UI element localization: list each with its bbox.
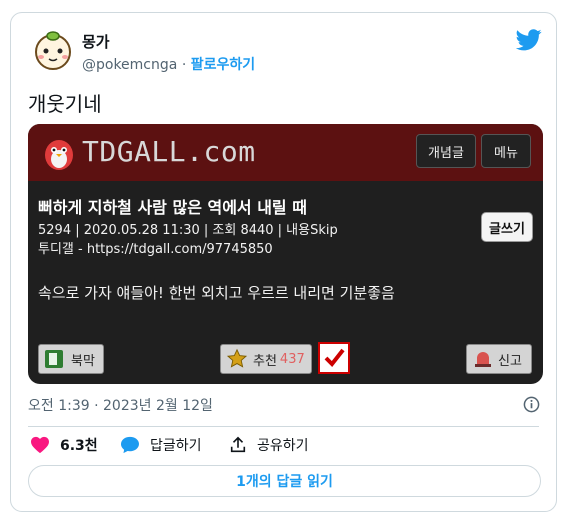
bookmark-icon — [45, 350, 63, 368]
like-action[interactable]: 6.3천 — [30, 433, 98, 457]
tweet-text: 개웃기네 — [28, 92, 102, 116]
read-replies-button[interactable]: 1개의 답글 읽기 — [28, 465, 541, 497]
handle-row: @pokemcnga · 팔로우하기 — [82, 54, 255, 74]
share-icon — [230, 436, 246, 453]
post-meta-info: 5294 | 2020.05.28 11:30 | 조회 8440 | 내용Sk… — [38, 223, 338, 238]
share-label: 공유하기 — [257, 438, 309, 454]
post-meta: 5294 | 2020.05.28 11:30 | 조회 8440 | 내용Sk… — [38, 221, 338, 259]
heart-icon — [31, 436, 49, 454]
recommend-count: 437 — [279, 351, 305, 367]
penguin-mascot-icon — [45, 140, 73, 170]
author-handle[interactable]: @pokemcnga — [82, 57, 177, 73]
share-action[interactable]: 공유하기 — [229, 433, 309, 457]
reply-label: 답글하기 — [150, 438, 202, 454]
reply-bubble-icon — [121, 436, 139, 454]
author-name[interactable]: 몽가 — [82, 31, 110, 52]
twitter-bird-icon[interactable] — [516, 29, 542, 51]
separator-dot: · — [181, 57, 187, 73]
divider — [28, 426, 539, 427]
siren-icon — [475, 352, 491, 367]
tweet-media-image[interactable]: TDGALL.com 개념글 메뉴 뻐하게 지하철 사람 많은 역에서 내릴 때… — [28, 124, 543, 384]
reply-action[interactable]: 답글하기 — [120, 433, 202, 457]
post-body: 속으로 가자 얘들아! 한번 외치고 우르르 내리면 기분좋음 — [38, 284, 395, 302]
checkmark-icon — [324, 348, 345, 368]
recommend-button: 추천 437 — [220, 344, 312, 374]
recommend-check-box — [318, 342, 350, 374]
bookmark-label: 북막 — [71, 353, 95, 369]
follow-button[interactable]: 팔로우하기 — [191, 57, 255, 73]
info-icon[interactable] — [523, 396, 540, 413]
recommend-label: 추천 — [253, 353, 277, 369]
best-posts-button: 개념글 — [416, 134, 476, 168]
star-icon — [226, 348, 248, 368]
tweet-timestamp[interactable]: 오전 1:39 · 2023년 2월 12일 — [28, 395, 213, 415]
post-source-url: 투디갤 - https://tdgall.com/97745850 — [38, 242, 273, 257]
media-header-bar: TDGALL.com 개념글 메뉴 — [28, 124, 543, 181]
report-button: 신고 — [466, 344, 532, 374]
like-count: 6.3천 — [60, 438, 98, 454]
menu-button: 메뉴 — [481, 134, 531, 168]
site-logo-text: TDGALL.com — [82, 135, 256, 168]
avatar[interactable] — [30, 27, 76, 73]
tweet-card: 몽가 @pokemcnga · 팔로우하기 개웃기네 TDGALL.com 개념… — [10, 12, 557, 512]
write-button: 글쓰기 — [481, 212, 533, 242]
bookmark-button: 북막 — [38, 344, 104, 374]
post-title: 뻐하게 지하철 사람 많은 역에서 내릴 때 — [38, 198, 307, 217]
report-label: 신고 — [498, 353, 522, 369]
